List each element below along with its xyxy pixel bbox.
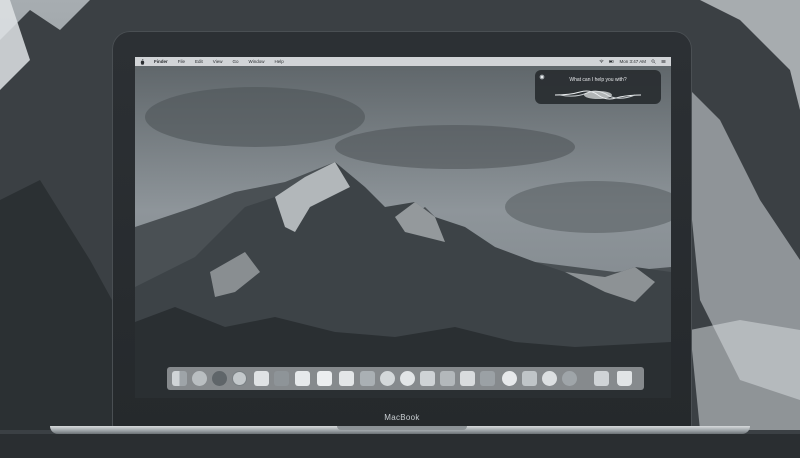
siri-prompt: What can I help you with? [569, 77, 627, 83]
battery-icon[interactable] [609, 59, 614, 64]
laptop-brand-label: MacBook [384, 413, 420, 422]
maps-icon[interactable] [360, 371, 375, 386]
spotlight-search-icon[interactable] [651, 59, 656, 64]
siri-panel[interactable]: What can I help you with? [535, 70, 661, 104]
app-store-icon[interactable] [542, 371, 557, 386]
siri-icon[interactable] [212, 371, 227, 386]
menu-item-help[interactable]: Help [275, 59, 284, 64]
facetime-icon[interactable] [420, 371, 435, 386]
laptop-screen: Finder File Edit View Go Window Help Mon… [135, 57, 671, 398]
ibooks-icon[interactable] [522, 371, 537, 386]
menu-item-finder[interactable]: Finder [154, 59, 168, 64]
keynote-icon[interactable] [480, 371, 495, 386]
siri-waveform [554, 90, 642, 100]
menu-bar: Finder File Edit View Go Window Help Mon… [135, 57, 671, 66]
apple-menu-icon[interactable] [140, 58, 146, 65]
wifi-icon[interactable] [599, 59, 605, 64]
laptop-base-notch [337, 426, 467, 430]
desktop-wallpaper [135, 57, 671, 398]
notification-center-icon[interactable] [661, 59, 666, 64]
calendar-icon[interactable] [295, 371, 310, 386]
menu-item-view[interactable]: View [213, 59, 223, 64]
numbers-icon[interactable] [460, 371, 475, 386]
dock [167, 367, 644, 390]
messages-icon[interactable] [400, 371, 415, 386]
menu-bar-clock[interactable]: Mon 3:47 AM [619, 59, 646, 64]
menu-item-file[interactable]: File [178, 59, 185, 64]
system-preferences-icon[interactable] [562, 371, 577, 386]
menu-item-go[interactable]: Go [232, 59, 238, 64]
safari-icon[interactable] [232, 371, 247, 386]
photos-icon[interactable] [380, 371, 395, 386]
finder-icon[interactable] [172, 371, 187, 386]
mail-icon[interactable] [254, 371, 269, 386]
reminders-icon[interactable] [339, 371, 354, 386]
table-surface [0, 434, 800, 458]
contacts-icon[interactable] [274, 371, 289, 386]
menu-item-window[interactable]: Window [249, 59, 265, 64]
pages-icon[interactable] [440, 371, 455, 386]
downloads-folder-icon[interactable] [594, 371, 609, 386]
trash-icon[interactable] [617, 371, 632, 386]
itunes-icon[interactable] [502, 371, 517, 386]
menu-item-edit[interactable]: Edit [195, 59, 203, 64]
launchpad-icon[interactable] [192, 371, 207, 386]
notes-icon[interactable] [317, 371, 332, 386]
